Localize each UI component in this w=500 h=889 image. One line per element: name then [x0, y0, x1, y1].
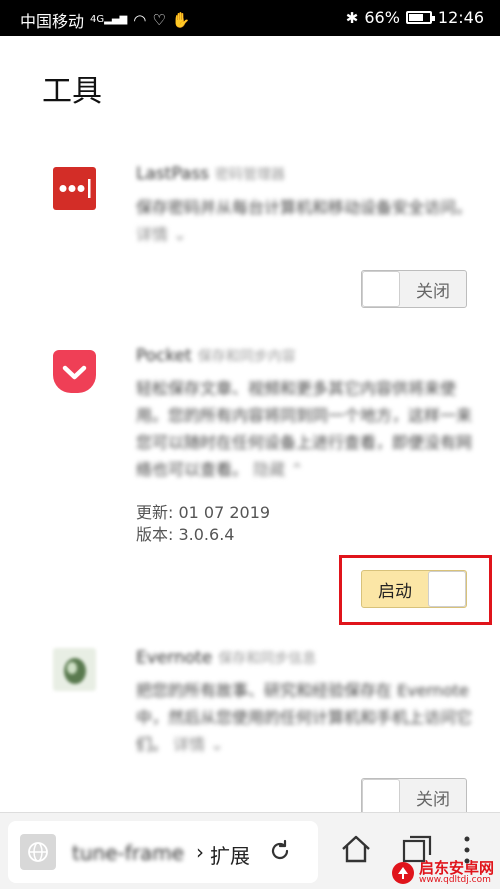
- extension-title: Pocket: [136, 346, 192, 366]
- page-title: 工具: [42, 74, 102, 109]
- extension-name: Pocket 保存和同步内容: [136, 346, 296, 366]
- watermark: 启东安卓网 www.qdltdj.com: [391, 861, 494, 885]
- health-icon: ♡: [152, 11, 166, 29]
- highlight-box: [339, 555, 492, 625]
- status-bar: 中国移动 4G▂▄▆ ◠ ♡ ✋ ✱ 66% 12:46: [0, 0, 500, 36]
- extension-tag: 保存和同步信息: [218, 651, 317, 667]
- carrier-label: 中国移动: [20, 12, 85, 31]
- battery-icon: [405, 11, 435, 24]
- globe-icon[interactable]: [20, 834, 56, 870]
- extension-description: 轻松保存文章、视频和更多其它内容供将来使用。您的所有内容将同到同一个地方，这样一…: [136, 375, 476, 483]
- details-link[interactable]: 详情: [136, 225, 168, 244]
- watermark-name: 启东安卓网: [418, 859, 494, 877]
- pocket-icon: [53, 350, 96, 393]
- bottom-toolbar: tune-frame › 扩展 启东安卓网 www.qdltdj.com: [0, 812, 500, 889]
- network-type-label: 4G: [90, 14, 105, 25]
- lastpass-icon: [53, 167, 96, 210]
- evernote-icon: [53, 648, 96, 691]
- home-icon[interactable]: [340, 833, 372, 865]
- extension-evernote: Evernote 保存和同步信息 把您的所有故事、研究和经验保存在 Evernot…: [0, 640, 500, 820]
- extension-meta: 更新: 01 07 2019 版本: 3.0.6.4: [136, 502, 270, 546]
- extension-description: 保存密码并从每台计算机和移动设备安全访问。 详情 ⌄: [136, 194, 476, 248]
- details-link[interactable]: 详情: [173, 735, 205, 754]
- chevron-up-icon[interactable]: ⌃: [285, 460, 303, 479]
- toggle-knob[interactable]: [362, 779, 400, 815]
- extension-title: Evernote: [136, 648, 213, 668]
- updated-label: 更新: 01 07 2019: [136, 503, 271, 522]
- battery-percent: 66%: [364, 8, 400, 27]
- toggle-label: 关闭: [416, 281, 450, 302]
- extension-tag: 密码管理器: [215, 167, 286, 183]
- description-text: 轻松保存文章、视频和更多其它内容供将来使用。您的所有内容将同到同一个地方，这样一…: [136, 379, 473, 479]
- extension-title: LastPass: [136, 164, 210, 184]
- breadcrumb-separator: ›: [196, 840, 204, 864]
- evernote-toggle[interactable]: 关闭: [361, 778, 467, 816]
- extension-description: 把您的所有故事、研究和经验保存在 Evernote 中，然后从您使用的任何计算机…: [136, 677, 476, 758]
- extension-lastpass: LastPass 密码管理器 保存密码并从每台计算机和移动设备安全访问。 详情 ⌄…: [0, 150, 500, 320]
- extension-name: LastPass 密码管理器: [136, 164, 285, 184]
- lastpass-toggle[interactable]: 关闭: [361, 270, 467, 308]
- hide-link[interactable]: 隐藏: [253, 460, 285, 479]
- description-text: 保存密码并从每台计算机和移动设备安全访问。: [136, 198, 473, 217]
- chevron-down-icon[interactable]: ⌄: [168, 225, 186, 244]
- signal-icon: 4G▂▄▆: [90, 14, 128, 25]
- wifi-icon: ◠: [133, 11, 147, 29]
- address-bar[interactable]: tune-frame › 扩展: [8, 821, 318, 883]
- nfc-icon: ✋: [171, 11, 191, 29]
- toggle-label: 关闭: [416, 789, 450, 810]
- version-label: 版本: 3.0.6.4: [136, 525, 235, 544]
- address-host: tune-frame: [72, 841, 185, 865]
- toggle-knob[interactable]: [362, 271, 400, 307]
- bluetooth-icon: ✱: [345, 8, 359, 27]
- address-page: 扩展: [210, 844, 250, 868]
- chevron-down-icon[interactable]: ⌄: [205, 735, 223, 754]
- watermark-logo-icon: [391, 862, 414, 884]
- extension-name: Evernote 保存和同步信息: [136, 648, 316, 668]
- extension-tag: 保存和同步内容: [197, 349, 296, 365]
- clock: 12:46: [437, 8, 484, 27]
- reload-icon[interactable]: [266, 837, 294, 865]
- watermark-url: www.qdltdj.com: [418, 875, 491, 885]
